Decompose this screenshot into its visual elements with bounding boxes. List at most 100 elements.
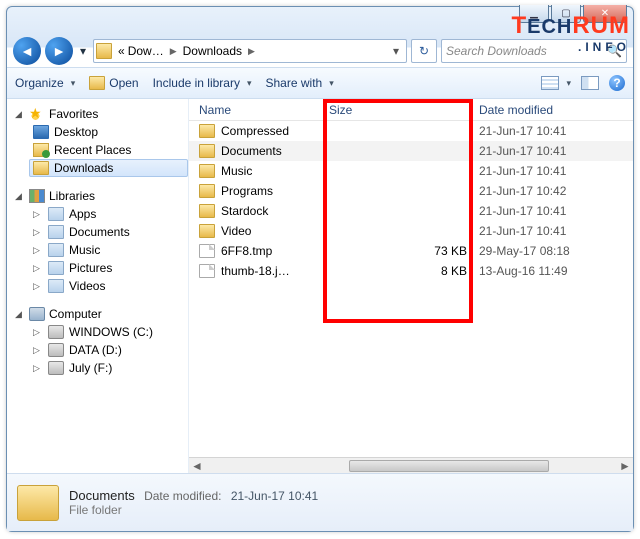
file-date: 13-Aug-16 11:49	[479, 264, 633, 278]
sidebar-item-drive[interactable]: ▷ DATA (D:)	[29, 341, 188, 359]
computer-header[interactable]: ◢ Computer	[7, 305, 188, 323]
scroll-left-icon[interactable]: ◄	[189, 459, 205, 473]
refresh-button[interactable]: ↻	[411, 39, 437, 63]
window-controls: ▁ ▢ ✕	[519, 5, 627, 23]
computer-icon	[29, 307, 45, 321]
close-button[interactable]: ✕	[583, 5, 627, 23]
share-with-menu[interactable]: Share with	[266, 76, 334, 90]
libraries-icon	[29, 189, 45, 203]
search-input[interactable]: Search Downloads 🔍	[441, 39, 627, 63]
file-row[interactable]: Programs21-Jun-17 10:42	[189, 181, 633, 201]
breadcrumb-current[interactable]: Downloads	[179, 44, 246, 58]
sidebar-item-desktop[interactable]: Desktop	[29, 123, 188, 141]
sidebar-item-downloads[interactable]: Downloads	[29, 159, 188, 177]
address-dropdown[interactable]: ▾	[388, 44, 404, 58]
explorer-window: ▁ ▢ ✕ ◄ ► ▾ « Dow… ▶ Downloads ▶ ▾ ↻ Sea…	[6, 6, 634, 532]
column-size[interactable]: Size	[329, 103, 479, 117]
sidebar-item-label: WINDOWS (C:)	[69, 325, 153, 339]
libraries-header[interactable]: ◢ Libraries	[7, 187, 188, 205]
selected-item-type: File folder	[69, 503, 318, 517]
column-name[interactable]: Name	[199, 103, 329, 117]
recent-icon	[33, 143, 49, 157]
favorites-group: ◢ Favorites Desktop Recent PlacesDownloads	[7, 105, 188, 177]
search-placeholder: Search Downloads	[446, 44, 547, 58]
address-bar[interactable]: « Dow… ▶ Downloads ▶ ▾	[93, 39, 407, 63]
scroll-thumb[interactable]	[349, 460, 549, 472]
file-row[interactable]: Video21-Jun-17 10:41	[189, 221, 633, 241]
sidebar-item-recent-places[interactable]: Recent Places	[29, 141, 188, 159]
drive-icon	[48, 361, 64, 375]
library-icon	[48, 243, 64, 257]
breadcrumb-prev[interactable]: « Dow…	[114, 44, 168, 58]
sidebar-item-label: DATA (D:)	[69, 343, 122, 357]
file-list: Name Size Date modified Compressed21-Jun…	[189, 99, 633, 473]
forward-button[interactable]: ►	[45, 37, 73, 65]
file-icon	[199, 264, 215, 278]
horizontal-scrollbar[interactable]: ◄ ►	[189, 457, 633, 473]
sidebar-item-apps[interactable]: ▷Apps	[29, 205, 188, 223]
file-row[interactable]: 6FF8.tmp73 KB29-May-17 08:18	[189, 241, 633, 261]
scroll-right-icon[interactable]: ►	[617, 459, 633, 473]
history-dropdown[interactable]: ▾	[77, 41, 89, 61]
sidebar-item-label: Music	[69, 243, 100, 257]
sidebar-item-label: Desktop	[54, 125, 98, 139]
sidebar-item-documents[interactable]: ▷ Documents	[29, 223, 188, 241]
file-date: 29-May-17 08:18	[479, 244, 633, 258]
favorites-label: Favorites	[49, 107, 98, 121]
maximize-button[interactable]: ▢	[551, 5, 581, 23]
favorites-header[interactable]: ◢ Favorites	[7, 105, 188, 123]
sidebar-item-drive[interactable]: ▷WINDOWS (C:)	[29, 323, 188, 341]
file-name: Video	[221, 224, 329, 238]
sidebar-item-label: Apps	[69, 207, 96, 221]
drive-icon	[48, 325, 64, 339]
computer-group: ◢Computer ▷WINDOWS (C:)▷DATA (D:)▷July (…	[7, 305, 188, 377]
library-icon	[48, 225, 64, 239]
expand-icon: ▷	[33, 227, 43, 238]
sidebar-item-label: Videos	[69, 279, 105, 293]
view-menu[interactable]	[541, 76, 571, 90]
file-row[interactable]: Compressed21-Jun-17 10:41	[189, 121, 633, 141]
expand-icon: ▷	[33, 245, 43, 256]
file-row[interactable]: Music21-Jun-17 10:41	[189, 161, 633, 181]
file-row[interactable]: Stardock21-Jun-17 10:41	[189, 201, 633, 221]
column-date[interactable]: Date modified	[479, 103, 633, 117]
sidebar-item-label: Documents	[69, 225, 130, 239]
command-toolbar: Organize Open Include in library Share w…	[7, 67, 633, 99]
preview-pane-button[interactable]	[581, 76, 599, 90]
file-name: 6FF8.tmp	[221, 244, 329, 258]
sidebar-item-drive[interactable]: ▷July (F:)	[29, 359, 188, 377]
expand-icon: ▷	[33, 345, 43, 356]
help-button[interactable]: ?	[609, 75, 625, 91]
sidebar-item-videos[interactable]: ▷Videos	[29, 277, 188, 295]
collapse-icon: ◢	[15, 191, 25, 202]
file-row[interactable]: Documents21-Jun-17 10:41	[189, 141, 633, 161]
folder-icon	[199, 164, 215, 178]
titlebar: ▁ ▢ ✕	[7, 7, 633, 35]
include-library-menu[interactable]: Include in library	[153, 76, 252, 90]
collapse-icon: ◢	[15, 109, 25, 120]
back-button[interactable]: ◄	[13, 37, 41, 65]
file-date: 21-Jun-17 10:42	[479, 184, 633, 198]
chevron-right-icon[interactable]: ▶	[248, 46, 255, 57]
file-name: Documents	[221, 144, 329, 158]
sidebar-item-pictures[interactable]: ▷Pictures	[29, 259, 188, 277]
selected-item-info: Documents Date modified: 21-Jun-17 10:41…	[69, 488, 318, 517]
expand-icon: ▷	[33, 363, 43, 374]
downloads-folder-icon	[33, 161, 49, 175]
open-button[interactable]: Open	[89, 76, 138, 90]
minimize-button[interactable]: ▁	[519, 5, 549, 23]
selected-item-icon	[17, 485, 59, 521]
computer-label: Computer	[49, 307, 102, 321]
collapse-icon: ◢	[15, 309, 25, 320]
organize-menu[interactable]: Organize	[15, 76, 75, 90]
file-row[interactable]: thumb-18.j…8 KB13-Aug-16 11:49	[189, 261, 633, 281]
star-icon	[29, 107, 45, 121]
file-size: 8 KB	[329, 264, 479, 278]
file-name: Stardock	[221, 204, 329, 218]
file-name: thumb-18.j…	[221, 264, 329, 278]
libraries-label: Libraries	[49, 189, 95, 203]
sidebar-item-music[interactable]: ▷ Music	[29, 241, 188, 259]
library-icon	[48, 261, 64, 275]
chevron-right-icon[interactable]: ▶	[170, 46, 177, 57]
library-icon	[48, 279, 64, 293]
